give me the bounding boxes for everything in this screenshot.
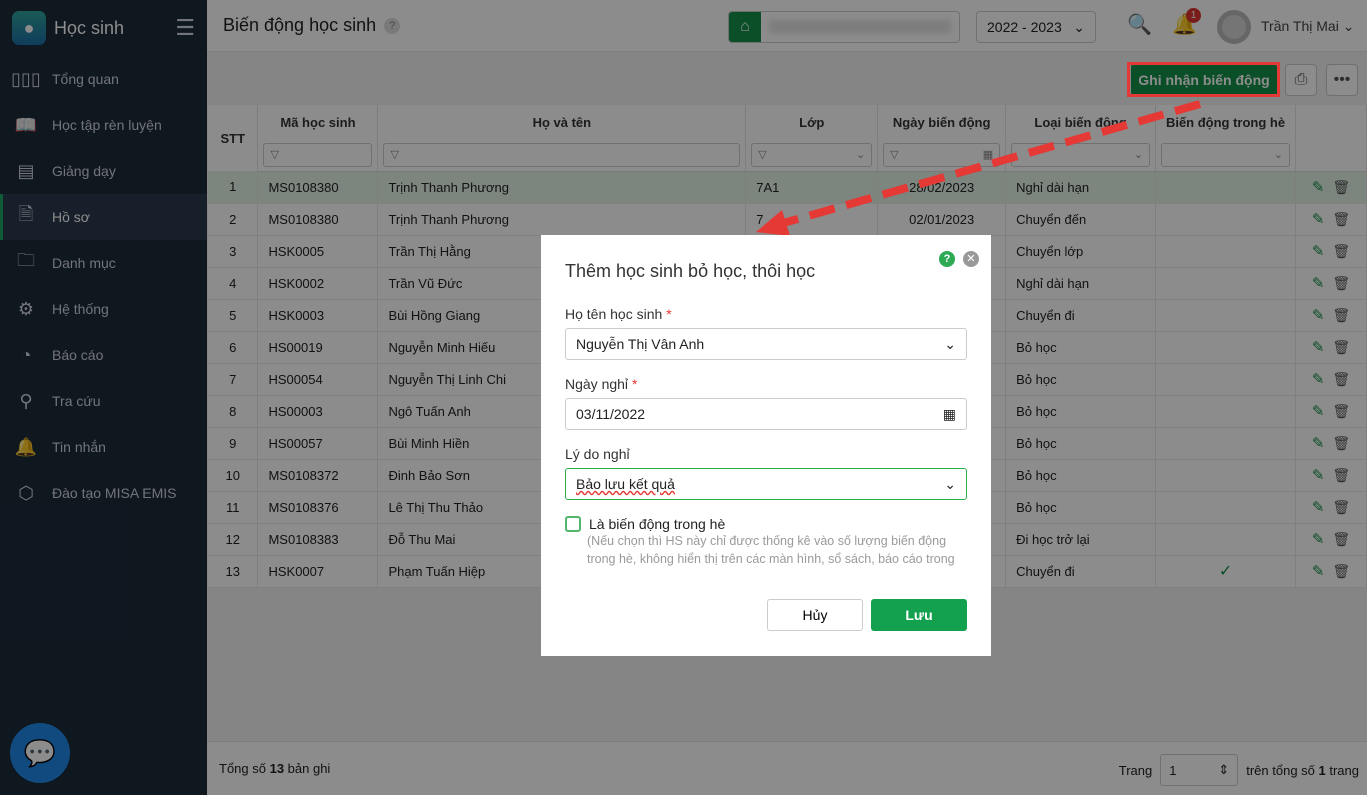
summer-label[interactable]: Là biến động trong hè (589, 516, 725, 532)
close-icon[interactable]: ✕ (963, 251, 979, 267)
chevron-down-icon: ⌄ (944, 475, 956, 492)
save-button[interactable]: Lưu (871, 599, 967, 631)
summer-checkbox[interactable] (565, 516, 581, 532)
arrow-line (778, 100, 1202, 228)
reason-label: Lý do nghỉ (565, 446, 630, 462)
help-icon[interactable]: ? (939, 251, 955, 267)
student-value: Nguyễn Thị Vân Anh (576, 336, 705, 352)
reason-select[interactable]: Bảo lưu kết quả ⌄ (565, 468, 967, 500)
student-label: Họ tên học sinh * (565, 306, 672, 322)
date-label: Ngày nghỉ * (565, 376, 638, 392)
chevron-down-icon: ⌄ (944, 335, 956, 352)
summer-note: (Nếu chọn thì HS này chỉ được thống kê v… (587, 534, 955, 566)
arrow-head (756, 210, 790, 236)
reason-value: Bảo lưu kết quả (576, 476, 675, 492)
student-select[interactable]: Nguyễn Thị Vân Anh ⌄ (565, 328, 967, 360)
calendar-icon[interactable]: ▦ (943, 406, 956, 423)
date-value: 03/11/2022 (576, 406, 646, 422)
dialog-title: Thêm học sinh bỏ học, thôi học (565, 261, 816, 281)
add-dropout-dialog: Thêm học sinh bỏ học, thôi học ? ✕ Họ tên… (541, 235, 991, 656)
cancel-button[interactable]: Hủy (767, 599, 863, 631)
date-input[interactable]: 03/11/2022 ▦ (565, 398, 967, 430)
